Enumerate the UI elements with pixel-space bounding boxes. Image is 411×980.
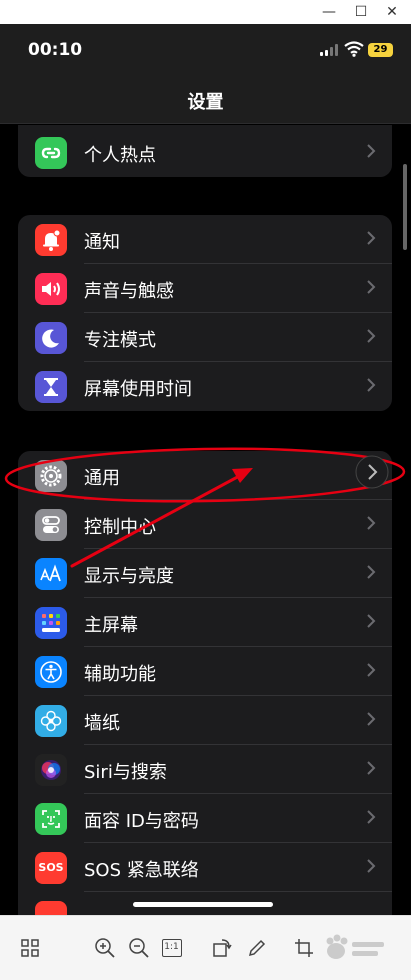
toggles-icon bbox=[35, 509, 67, 541]
settings-row-general[interactable]: 通用 bbox=[18, 451, 392, 500]
settings-row-sounds[interactable]: 声音与触感 bbox=[18, 264, 392, 313]
chevron-right-icon bbox=[367, 516, 376, 530]
chevron-right-icon bbox=[367, 144, 376, 158]
thumbnails-icon[interactable] bbox=[18, 936, 42, 960]
sos-icon: SOS bbox=[35, 852, 67, 884]
siri-icon bbox=[35, 754, 67, 786]
wifi-icon bbox=[344, 41, 364, 57]
crop-icon[interactable] bbox=[292, 936, 316, 960]
chevron-right-icon bbox=[367, 614, 376, 628]
settings-row-label: 辅助功能 bbox=[84, 664, 156, 685]
settings-row-label: 通用 bbox=[84, 468, 120, 489]
settings-group-notifications: 通知 声音与触感 专注模式 屏幕使用时间 bbox=[18, 215, 392, 411]
speaker-icon bbox=[35, 273, 67, 305]
minimize-button[interactable]: — bbox=[318, 2, 340, 22]
battery-indicator: 29 bbox=[368, 43, 393, 57]
zoom-out-icon[interactable] bbox=[127, 936, 151, 960]
flower-icon bbox=[35, 705, 67, 737]
status-bar: 00:10 29 bbox=[0, 24, 411, 78]
window-titlebar: — ☐ ✕ bbox=[0, 0, 411, 24]
sos-icon-text: SOS bbox=[38, 861, 64, 874]
settings-row-label: 面容 ID与密码 bbox=[84, 811, 199, 832]
settings-row-label: 屏幕使用时间 bbox=[84, 379, 192, 400]
moon-icon bbox=[35, 322, 67, 354]
settings-row-label: 通知 bbox=[84, 232, 120, 253]
rotate-icon[interactable] bbox=[210, 936, 234, 960]
settings-row-home-screen[interactable]: 主屏幕 bbox=[18, 598, 392, 647]
chevron-right-icon bbox=[367, 280, 376, 294]
settings-row-sos[interactable]: SOS SOS 紧急联络 bbox=[18, 843, 392, 892]
settings-row-accessibility[interactable]: 辅助功能 bbox=[18, 647, 392, 696]
chevron-right-icon bbox=[367, 378, 376, 392]
watermark-logo bbox=[322, 932, 388, 966]
settings-row-label: 个人热点 bbox=[84, 145, 156, 166]
partial-icon bbox=[35, 901, 67, 915]
zoom-in-icon[interactable] bbox=[93, 936, 117, 960]
settings-row-label: 专注模式 bbox=[84, 330, 156, 351]
pencil-icon[interactable] bbox=[245, 936, 269, 960]
settings-row-hotspot[interactable]: 个人热点 bbox=[18, 128, 392, 177]
chevron-right-icon bbox=[367, 859, 376, 873]
navigation-bar: 设置 bbox=[0, 78, 411, 124]
face-id-icon bbox=[35, 803, 67, 835]
actual-size-label: 1:1 bbox=[164, 942, 179, 952]
settings-row-siri[interactable]: Siri与搜索 bbox=[18, 745, 392, 794]
gear-icon bbox=[35, 460, 67, 492]
status-time: 00:10 bbox=[28, 40, 83, 60]
signal-icon bbox=[320, 44, 340, 56]
settings-row-control-center[interactable]: 控制中心 bbox=[18, 500, 392, 549]
chevron-right-icon bbox=[367, 231, 376, 245]
settings-row-label: 声音与触感 bbox=[84, 281, 174, 302]
settings-row-label: 主屏幕 bbox=[84, 615, 138, 636]
chevron-right-icon bbox=[367, 810, 376, 824]
scrollbar[interactable] bbox=[403, 164, 407, 250]
page-title: 设置 bbox=[187, 92, 224, 113]
home-grid-icon bbox=[35, 607, 67, 639]
settings-row-screen-time[interactable]: 屏幕使用时间 bbox=[18, 362, 392, 411]
settings-group-general: 通用 控制中心 显示与亮度 主屏幕 辅助功能 墙纸 Siri与搜索 面容 ID与… bbox=[18, 451, 392, 915]
viewer-toolbar: 1:1 bbox=[0, 915, 411, 980]
text-size-icon bbox=[35, 558, 67, 590]
settings-row-label: 控制中心 bbox=[84, 517, 156, 538]
chevron-right-icon bbox=[367, 663, 376, 677]
chevron-right-icon bbox=[367, 565, 376, 579]
bell-icon bbox=[35, 224, 67, 256]
chevron-right-icon bbox=[367, 467, 376, 481]
settings-row-wallpaper[interactable]: 墙纸 bbox=[18, 696, 392, 745]
chevron-right-icon bbox=[367, 761, 376, 775]
maximize-button[interactable]: ☐ bbox=[350, 2, 372, 22]
chevron-right-icon bbox=[367, 329, 376, 343]
settings-row-label: 显示与亮度 bbox=[84, 566, 174, 587]
chevron-right-icon bbox=[367, 712, 376, 726]
hotspot-icon bbox=[35, 137, 67, 169]
settings-group-network: 个人热点 bbox=[18, 125, 392, 177]
home-indicator[interactable] bbox=[133, 902, 273, 907]
accessibility-icon bbox=[35, 656, 67, 688]
actual-size-button[interactable]: 1:1 bbox=[162, 939, 182, 957]
settings-row-label: 墙纸 bbox=[84, 713, 120, 734]
close-button[interactable]: ✕ bbox=[381, 2, 403, 22]
settings-row-face-id[interactable]: 面容 ID与密码 bbox=[18, 794, 392, 843]
settings-row-label: SOS 紧急联络 bbox=[84, 860, 199, 881]
settings-row-display[interactable]: 显示与亮度 bbox=[18, 549, 392, 598]
settings-row-label: Siri与搜索 bbox=[84, 762, 167, 783]
phone-screen: 00:10 29 设置 个人热点 通知 声音与触感 专注模式 屏幕使用时间 通用… bbox=[0, 24, 411, 915]
settings-row-notifications[interactable]: 通知 bbox=[18, 215, 392, 264]
settings-row-focus[interactable]: 专注模式 bbox=[18, 313, 392, 362]
hourglass-icon bbox=[35, 371, 67, 403]
